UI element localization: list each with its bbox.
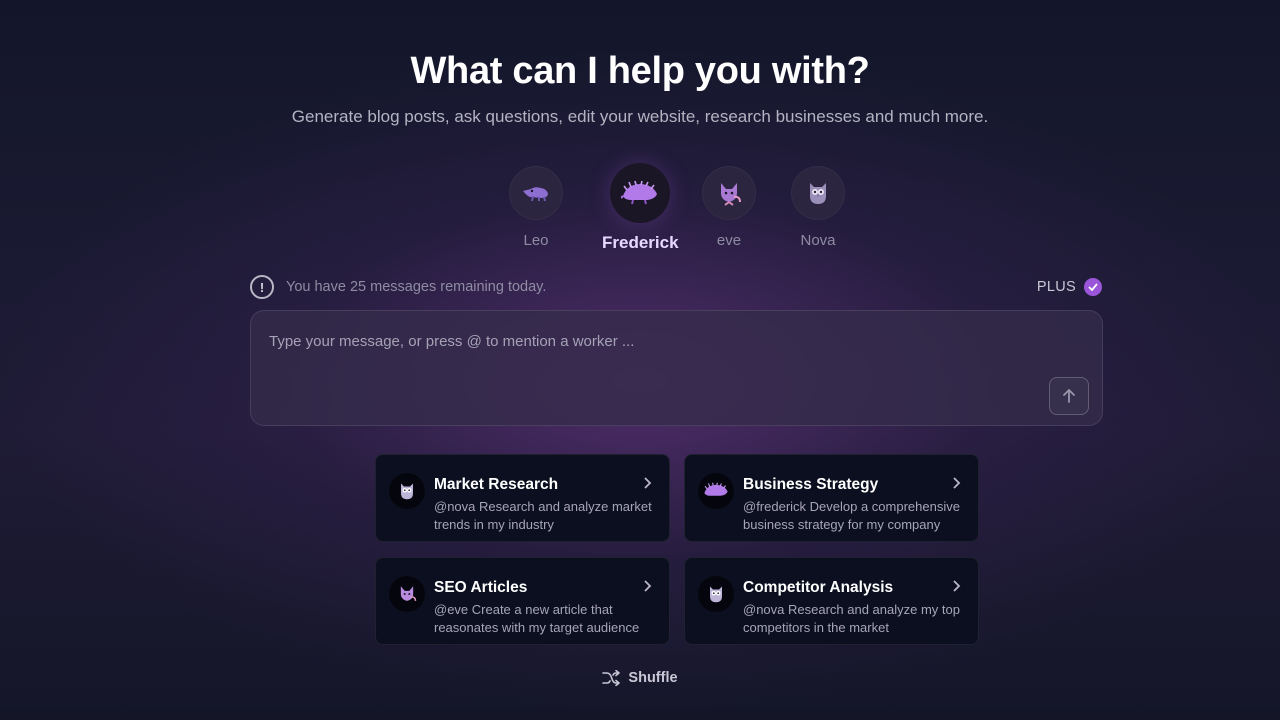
chevron-right-icon <box>644 580 652 592</box>
worker-name: Frederick <box>602 233 679 252</box>
owl-icon <box>791 166 845 220</box>
owl-icon <box>389 473 425 509</box>
send-button[interactable] <box>1049 377 1089 415</box>
chevron-right-icon <box>953 580 961 592</box>
message-composer <box>250 310 1103 426</box>
card-title: SEO Articles <box>434 579 528 596</box>
shuffle-icon <box>602 670 621 686</box>
shuffle-row: Shuffle <box>0 670 1280 686</box>
check-icon <box>1084 278 1102 296</box>
message-input[interactable] <box>269 329 1029 353</box>
hedgehog-icon <box>610 163 671 223</box>
plan-badge: PLUS <box>1037 278 1102 296</box>
card-description: @nova Research and analyze market trends… <box>434 499 652 532</box>
notice-text: You have 25 messages remaining today. <box>286 279 547 295</box>
suggestion-card-business-strategy[interactable]: Business Strategy @frederick Develop a c… <box>684 454 979 542</box>
message-quota-notice: ! You have 25 messages remaining today. … <box>250 274 1102 300</box>
chevron-right-icon <box>953 477 961 489</box>
card-description: @nova Research and analyze my top compet… <box>743 602 960 635</box>
worker-name: eve <box>716 232 742 249</box>
suggestion-card-competitor-analysis[interactable]: Competitor Analysis @nova Research and a… <box>684 557 979 645</box>
arrow-up-icon <box>1063 389 1075 403</box>
card-description: @eve Create a new article that reasonate… <box>434 602 640 635</box>
fox-icon <box>702 166 756 220</box>
card-description: @frederick Develop a comprehensive busin… <box>743 499 960 532</box>
worker-frederick[interactable]: Frederick <box>602 163 679 253</box>
chevron-right-icon <box>644 477 652 489</box>
worker-leo[interactable]: Leo <box>509 166 563 249</box>
worker-selector: Leo Frederick eve Nova <box>0 163 1280 253</box>
card-title: Competitor Analysis <box>743 579 894 596</box>
suggestion-card-market-research[interactable]: Market Research @nova Research and analy… <box>375 454 670 542</box>
info-icon: ! <box>250 275 274 299</box>
shuffle-button[interactable]: Shuffle <box>602 670 678 686</box>
shuffle-label: Shuffle <box>628 670 678 686</box>
worker-name: Leo <box>523 232 549 249</box>
card-title: Business Strategy <box>743 476 879 493</box>
owl-icon <box>698 576 734 612</box>
page-subtitle: Generate blog posts, ask questions, edit… <box>291 107 989 126</box>
worker-nova[interactable]: Nova <box>791 166 845 249</box>
plan-label: PLUS <box>1036 279 1076 295</box>
fox-icon <box>389 576 425 612</box>
suggestion-card-seo-articles[interactable]: SEO Articles @eve Create a new article t… <box>375 557 670 645</box>
worker-name: Nova <box>800 232 836 249</box>
anteater-icon <box>509 166 563 220</box>
card-title: Market Research <box>434 476 559 493</box>
worker-eve[interactable]: eve <box>702 166 756 249</box>
page-title: What can I help you with? <box>410 50 870 92</box>
hedgehog-icon <box>698 473 734 509</box>
